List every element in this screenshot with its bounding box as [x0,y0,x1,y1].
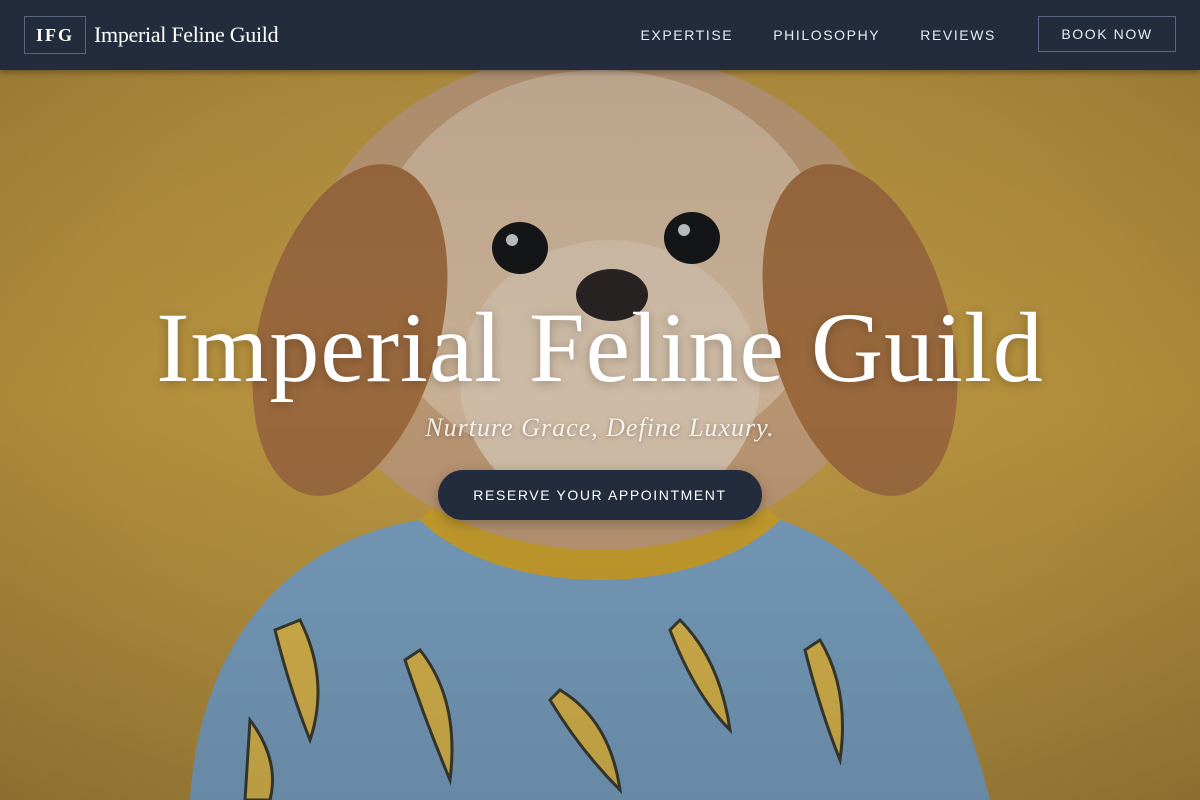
hero-subtitle: Nurture Grace, Define Luxury. [425,413,775,442]
nav-link-expertise[interactable]: EXPERTISE [640,27,733,43]
nav-links: EXPERTISE PHILOSOPHY REVIEWS [640,0,996,70]
nav-link-reviews[interactable]: REVIEWS [920,27,996,43]
hero-section: Imperial Feline Guild Nurture Grace, Def… [0,288,1200,520]
brand-name[interactable]: Imperial Feline Guild [94,20,279,50]
nav-link-philosophy[interactable]: PHILOSOPHY [773,27,880,43]
logo-mark[interactable]: IFG [24,16,86,54]
top-navbar: IFG Imperial Feline Guild EXPERTISE PHIL… [0,0,1200,70]
reserve-appointment-button[interactable]: RESERVE YOUR APPOINTMENT [438,470,762,520]
landing-page: IFG Imperial Feline Guild EXPERTISE PHIL… [0,0,1200,800]
hero-title: Imperial Feline Guild [156,292,1044,403]
book-now-button[interactable]: BOOK NOW [1038,16,1176,52]
